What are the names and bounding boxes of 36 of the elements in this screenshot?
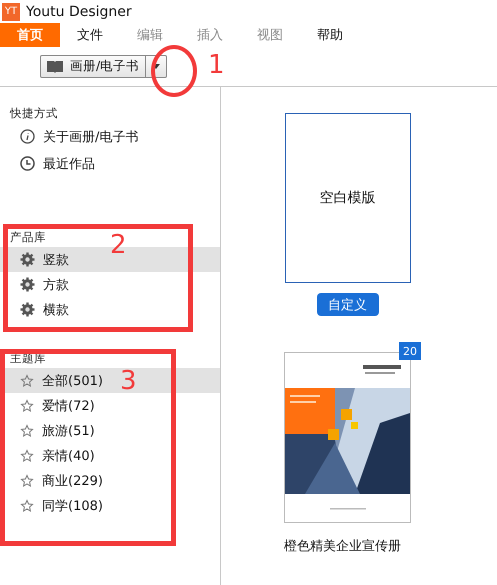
- blank-template[interactable]: 空白模版: [284, 113, 410, 283]
- section-title: 快捷方式: [8, 105, 58, 122]
- section-title: 产品库: [9, 229, 46, 246]
- page-count: 20: [399, 342, 421, 360]
- dropdown-value: 画册/电子书: [70, 58, 140, 75]
- mode-dropdown[interactable]: 画册/电子书: [40, 55, 168, 78]
- clock-icon: [20, 156, 35, 171]
- sidebar-item[interactable]: 亲情(40): [0, 443, 220, 468]
- sidebar-item[interactable]: 商业(229): [0, 468, 220, 493]
- sidebar-item[interactable]: 同学(108): [0, 493, 220, 518]
- info-icon: [20, 129, 35, 144]
- star-outline-icon: [20, 374, 34, 388]
- annotation-circle: [151, 45, 197, 97]
- template-caption: 橙色精美企业宣传册: [284, 538, 401, 555]
- sidebar-item[interactable]: 横款: [0, 297, 220, 322]
- annotation-number: 1: [208, 50, 225, 80]
- sidebar-item[interactable]: 关于画册/电子书: [0, 123, 220, 150]
- gear-icon: [20, 277, 35, 292]
- star-outline-icon: [20, 398, 34, 412]
- star-outline-icon: [20, 498, 34, 512]
- gear-icon: [20, 302, 35, 317]
- star-outline-icon: [20, 448, 34, 462]
- star-outline-icon: [20, 424, 34, 438]
- sidebar-item[interactable]: 爱情(72): [0, 393, 220, 418]
- book-icon: [46, 60, 64, 73]
- app-logo: YT: [2, 2, 20, 20]
- star-outline-icon: [20, 474, 34, 488]
- sidebar-item[interactable]: 最近作品: [0, 150, 220, 177]
- sidebar-item[interactable]: 方款: [0, 272, 220, 297]
- sidebar-item[interactable]: 旅游(51): [0, 418, 220, 443]
- window-title: Youtu Designer: [26, 4, 132, 20]
- menu-tab[interactable]: 文件: [60, 23, 120, 47]
- annotation-number: 3: [120, 366, 137, 396]
- menu-tab[interactable]: 帮助: [300, 23, 360, 47]
- gear-icon: [20, 252, 35, 267]
- customize-button[interactable]: 自定义: [316, 293, 378, 316]
